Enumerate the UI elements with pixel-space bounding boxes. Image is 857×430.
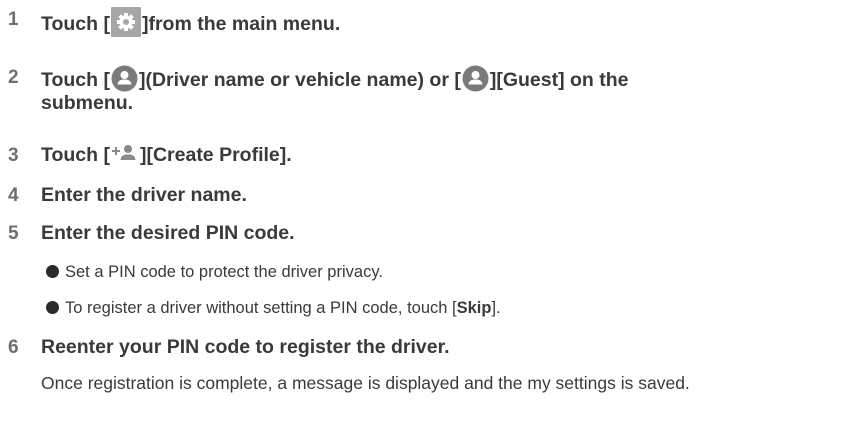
- step-text: Touch [ ][Create Profile].: [41, 143, 292, 170]
- bullet-item: Set a PIN code to protect the driver pri…: [46, 262, 383, 282]
- bullet-icon: [46, 301, 59, 314]
- step-text: Enter the driver name.: [41, 184, 247, 206]
- step-text: Enter the desired PIN code.: [41, 222, 295, 244]
- completion-note: Once registration is complete, a message…: [41, 373, 690, 393]
- add-person-icon: [111, 143, 138, 170]
- bullet-item: To register a driver without setting a P…: [46, 298, 501, 318]
- step-text: Touch [ ]from the main menu.: [41, 7, 340, 37]
- step-number: 1: [8, 9, 19, 30]
- step-number: 6: [8, 337, 19, 358]
- person-icon: [462, 65, 489, 99]
- step-number: 4: [8, 185, 19, 206]
- step-number: 3: [8, 145, 19, 166]
- step-number: 5: [8, 223, 19, 244]
- gear-icon: [110, 7, 141, 37]
- step-text: Reenter your PIN code to register the dr…: [41, 336, 450, 358]
- step-text-continued: submenu.: [41, 92, 134, 114]
- step-number: 2: [8, 67, 19, 88]
- bullet-icon: [46, 265, 59, 278]
